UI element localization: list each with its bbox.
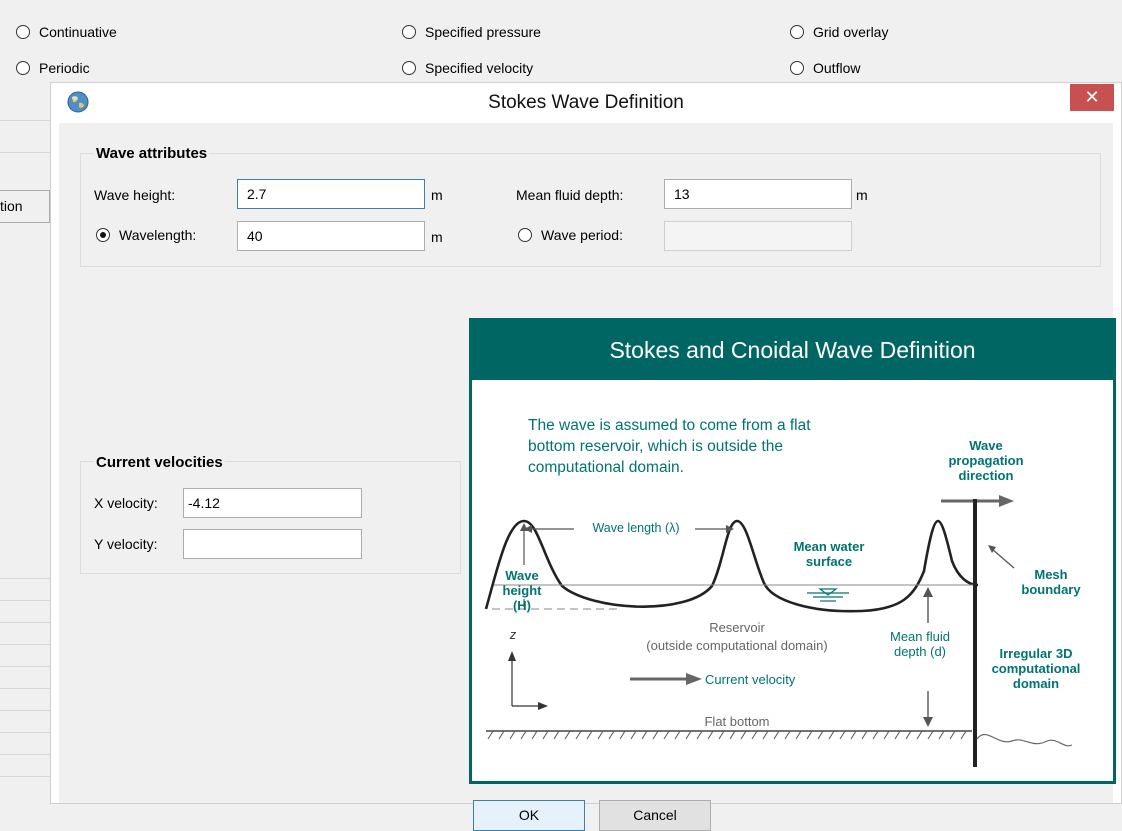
- mesh-boundary-pointer: [991, 548, 1015, 569]
- radio-circle: [790, 61, 804, 75]
- divider: [0, 688, 50, 689]
- radio-circle: [790, 25, 804, 39]
- x-axis-head: [538, 702, 548, 710]
- divider: [0, 578, 50, 579]
- grid-overlay-label: Grid overlay: [813, 24, 889, 40]
- wave-period-radio[interactable]: Wave period:: [518, 227, 623, 243]
- wavelength-label: Wavelength:: [119, 227, 197, 243]
- wave-definition-figure: Stokes and Cnoidal Wave Definition The w…: [469, 318, 1116, 784]
- divider: [0, 644, 50, 645]
- dialog-title: Stokes Wave Definition: [488, 92, 684, 113]
- reservoir-note: (outside computational domain): [646, 638, 828, 653]
- current-velocities-title: Current velocities: [94, 454, 225, 471]
- dialog-client-area: Wave attributes Wave height: m Mean flui…: [59, 123, 1116, 831]
- flat-bottom-hatch: [487, 730, 967, 740]
- radio-circle-selected: [96, 228, 110, 242]
- periodic-label: Periodic: [39, 60, 90, 76]
- wave-length-label: Wave length (λ): [592, 521, 680, 535]
- wavelength-input[interactable]: [237, 221, 425, 251]
- divider: [0, 622, 50, 623]
- surface-symbol: [818, 588, 838, 596]
- wave-period-label: Wave period:: [541, 227, 623, 243]
- wave-period-input[interactable]: [664, 221, 852, 251]
- wave-attributes-title: Wave attributes: [94, 145, 210, 162]
- divider: [0, 754, 50, 755]
- background-tab[interactable]: tion: [0, 190, 50, 223]
- mesh-boundary-label: Mesh boundary: [1021, 567, 1081, 597]
- current-velocity-arrow-head: [686, 673, 702, 685]
- mean-depth-label: Mean fluid depth:: [516, 187, 624, 203]
- mean-fluid-depth-label: Mean fluid depth (d): [890, 629, 950, 659]
- current-velocity-label: Current velocity: [705, 672, 796, 687]
- radio-circle: [402, 61, 416, 75]
- irregular-terrain: [976, 733, 1073, 747]
- ok-button-label: OK: [518, 807, 540, 823]
- divider: [0, 776, 50, 777]
- wave-height-unit: m: [431, 187, 443, 203]
- y-velocity-label: Y velocity:: [94, 536, 158, 552]
- outflow-label: Outflow: [813, 60, 861, 76]
- divider: [0, 120, 50, 121]
- stokes-wave-dialog: Stokes Wave Definition ✕ Wave attributes…: [50, 82, 1122, 831]
- continuative-label: Continuative: [39, 24, 117, 40]
- wave-attributes-group: [80, 153, 1101, 267]
- mean-water-surface-label: Mean water surface: [793, 539, 865, 569]
- divider: [0, 152, 50, 153]
- reservoir-label: Reservoir: [709, 620, 765, 635]
- propagation-arrow-head: [999, 495, 1014, 507]
- radio-circle: [518, 228, 532, 242]
- wave-height-arrowhead: [520, 523, 528, 531]
- wavelength-unit: m: [431, 229, 443, 245]
- irregular-domain-label: Irregular 3D computational domain: [991, 646, 1081, 691]
- cancel-button-label: Cancel: [633, 807, 677, 823]
- wave-height-input[interactable]: [237, 179, 425, 209]
- outflow-radio[interactable]: Outflow: [790, 60, 860, 76]
- radio-circle: [16, 25, 30, 39]
- divider: [0, 732, 50, 733]
- cancel-button[interactable]: Cancel: [599, 800, 711, 831]
- close-icon: ✕: [1084, 87, 1100, 107]
- flat-bottom-label: Flat bottom: [704, 714, 770, 729]
- mean-depth-input[interactable]: [664, 179, 852, 209]
- divider: [0, 600, 50, 601]
- depth-arrowhead-top: [923, 587, 933, 597]
- wave-height-label-figure: Wave height (H): [502, 568, 542, 613]
- specified-pressure-label: Specified pressure: [425, 24, 541, 40]
- z-axis-label: z: [509, 627, 517, 642]
- specified-velocity-radio[interactable]: Specified velocity: [402, 60, 533, 76]
- z-axis-head: [508, 651, 516, 661]
- radio-circle: [402, 25, 416, 39]
- title-bar[interactable]: Stokes Wave Definition ✕: [51, 83, 1121, 123]
- grid-overlay-radio[interactable]: Grid overlay: [790, 24, 888, 40]
- ok-button[interactable]: OK: [473, 800, 585, 831]
- wave-height-label: Wave height:: [94, 187, 176, 203]
- wave-profile: [484, 519, 979, 613]
- x-velocity-label: X velocity:: [94, 495, 158, 511]
- close-button[interactable]: ✕: [1070, 84, 1114, 111]
- specified-velocity-label: Specified velocity: [425, 60, 534, 76]
- background-tab-label: tion: [0, 198, 23, 214]
- depth-arrowhead-bottom: [923, 717, 933, 727]
- continuative-radio[interactable]: Continuative: [16, 24, 117, 40]
- divider: [0, 710, 50, 711]
- periodic-radio[interactable]: Periodic: [16, 60, 90, 76]
- specified-pressure-radio[interactable]: Specified pressure: [402, 24, 541, 40]
- mean-depth-unit: m: [856, 187, 868, 203]
- wavelength-radio[interactable]: Wavelength:: [96, 227, 196, 243]
- divider: [0, 666, 50, 667]
- wave-propagation-label: Wave propagation direction: [948, 438, 1024, 483]
- y-velocity-input[interactable]: [183, 529, 362, 559]
- x-velocity-input[interactable]: [183, 488, 362, 518]
- radio-circle: [16, 61, 30, 75]
